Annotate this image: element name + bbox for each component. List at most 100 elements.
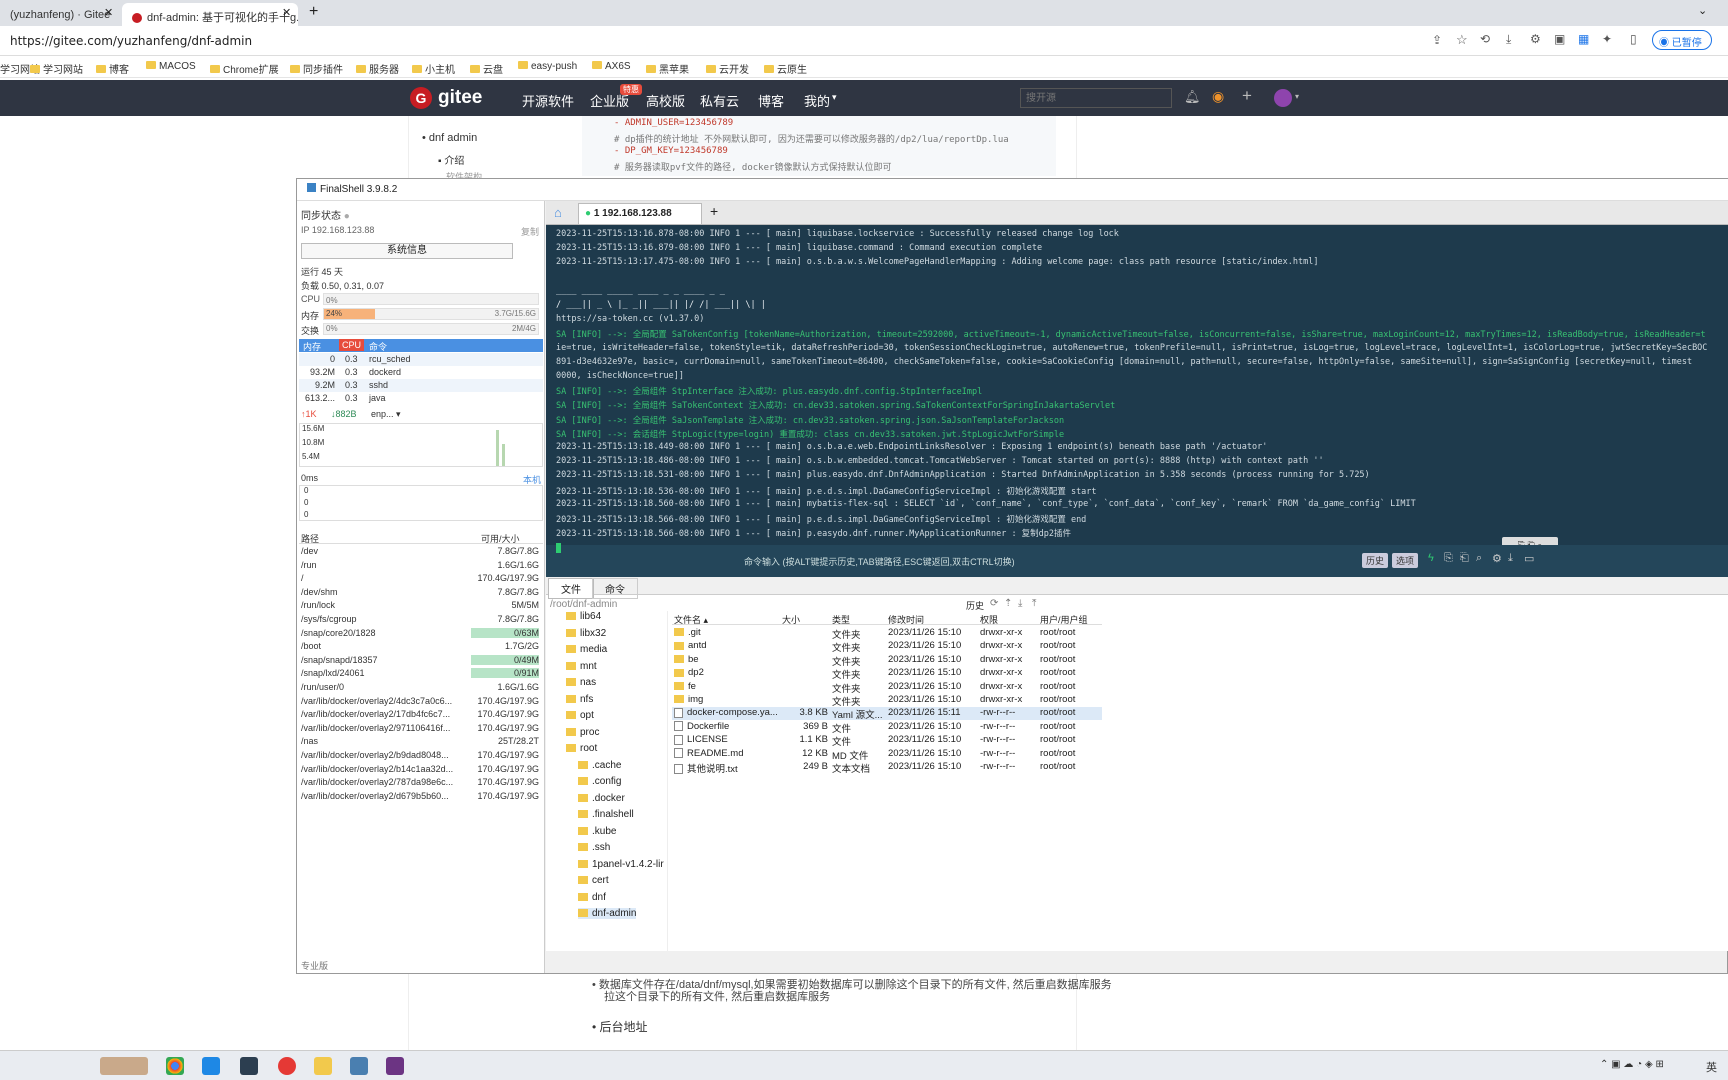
table-row[interactable]: /run 1.6G/1.6G xyxy=(299,559,543,572)
url-input[interactable]: https://gitee.com/yuzhanfeng/dnf-admin xyxy=(10,34,252,48)
column-header[interactable]: 内存 xyxy=(303,340,321,353)
table-row[interactable]: /sys/fs/cgroup 7.8G/7.8G xyxy=(299,613,543,626)
nav-blog[interactable]: 博客 xyxy=(758,91,784,110)
bookmark-item[interactable]: 黑苹果 xyxy=(646,61,689,76)
toc-item[interactable]: • dnf admin xyxy=(422,132,477,144)
column-header[interactable]: 大小 xyxy=(782,613,800,626)
add-session-button[interactable]: + xyxy=(710,203,718,219)
bookmark-item[interactable]: 云原生 xyxy=(764,61,807,76)
sidebar-icon[interactable]: ▯ xyxy=(1630,32,1637,46)
session-tab[interactable]: ● 1 192.168.123.88 xyxy=(578,203,702,224)
bookmark-item[interactable]: easy-push xyxy=(518,61,577,72)
net-interface-select[interactable]: enp... ▾ xyxy=(371,409,401,420)
table-row[interactable]: 其他说明.txt 249 B 文本文档 2023/11/26 15:10 -rw-r--… xyxy=(672,761,1102,775)
tree-item[interactable]: root xyxy=(566,743,597,754)
table-row[interactable]: /snap/lxd/24061 0/91M xyxy=(299,667,543,680)
extension-icon[interactable]: ⟲ xyxy=(1480,32,1490,46)
tree-item[interactable]: dnf xyxy=(578,892,606,903)
bookmark-item[interactable]: 云开发 xyxy=(706,61,749,76)
tree-item[interactable]: .config xyxy=(578,776,621,787)
column-header[interactable]: 文件名 ▴ xyxy=(674,613,708,626)
avatar[interactable] xyxy=(1274,89,1292,107)
close-icon[interactable]: ✕ xyxy=(104,6,113,19)
extension-icon[interactable]: ▣ xyxy=(1554,32,1565,46)
table-row[interactable]: docker-compose.ya... 3.8 KB Yaml 源文... 2023… xyxy=(672,707,1102,721)
bookmark-item[interactable]: 学习网站 xyxy=(30,61,83,76)
table-row[interactable]: /snap/core20/1828 0/63M xyxy=(299,627,543,640)
column-header[interactable]: CPU xyxy=(339,339,365,351)
puzzle-icon[interactable]: ✦ xyxy=(1602,32,1612,46)
nav-mine[interactable]: 我的 xyxy=(804,91,830,110)
column-header[interactable]: 命令 xyxy=(369,340,387,353)
table-row[interactable]: Dockerfile 369 B 文件 2023/11/26 15:10 -rw-r--… xyxy=(672,721,1102,735)
bookmark-item[interactable]: AX6S xyxy=(592,61,631,72)
table-row[interactable]: /boot 1.7G/2G xyxy=(299,640,543,653)
table-row[interactable]: /var/lib/docker/overlay2/971106416f... 17… xyxy=(299,722,543,735)
bookmark-item[interactable]: 云盘 xyxy=(470,61,503,76)
terminal-icon[interactable] xyxy=(240,1057,258,1075)
gitee-logo-icon[interactable]: G xyxy=(410,87,432,109)
app-icon[interactable] xyxy=(202,1057,220,1075)
nav-education[interactable]: 高校版 xyxy=(646,91,685,110)
table-row[interactable]: be 文件夹 2023/11/26 15:10 drwxr-xr-x root/root xyxy=(672,654,1102,668)
table-row[interactable]: /var/lib/docker/overlay2/b9dad8048... 170… xyxy=(299,749,543,762)
profile-button[interactable]: ◉ 已暂停 xyxy=(1652,30,1712,50)
input-method-indicator[interactable]: 英 xyxy=(1706,1059,1717,1075)
table-row[interactable]: / 170.4G/197.9G xyxy=(299,572,543,585)
download-icon[interactable]: ⤓ xyxy=(1506,32,1511,47)
app-icon[interactable] xyxy=(278,1057,296,1075)
tree-item[interactable]: mnt xyxy=(566,661,597,672)
up-icon[interactable]: ⇡ xyxy=(1004,598,1012,609)
table-row[interactable]: 93.2M 0.3 dockerd xyxy=(299,366,543,379)
refresh-icon[interactable]: ⟳ xyxy=(990,598,998,609)
terminal[interactable]: ⌂ ● 1 192.168.123.88 + 2023-11-25T15:13:… xyxy=(546,201,1728,577)
chevron-down-icon[interactable]: ▾ xyxy=(1295,92,1299,101)
table-row[interactable]: /var/lib/docker/overlay2/4dc3c7a0c6... 17… xyxy=(299,695,543,708)
location-icon[interactable]: ◉ xyxy=(1212,88,1224,105)
table-row[interactable]: /var/lib/docker/overlay2/17db4fc6c7... 17… xyxy=(299,708,543,721)
folder-open-icon[interactable]: ⌂ xyxy=(554,205,562,220)
column-header[interactable]: 类型 xyxy=(832,613,850,626)
tree-item[interactable]: .ssh xyxy=(578,842,610,853)
bookmark-item[interactable]: 服务器 xyxy=(356,61,399,76)
tree-item[interactable]: libx32 xyxy=(566,628,606,639)
tab-files[interactable]: 文件 xyxy=(548,578,594,599)
table-row[interactable]: README.md 12 KB MD 文件 2023/11/26 15:10 -rw-r… xyxy=(672,748,1102,762)
history-button[interactable]: 历史 xyxy=(1362,553,1389,568)
toc-item[interactable]: ▪ 介绍 xyxy=(438,152,464,167)
tree-item[interactable]: 1panel-v1.4.2-lir xyxy=(578,859,664,870)
app-icon[interactable] xyxy=(386,1057,404,1075)
table-row[interactable]: img 文件夹 2023/11/26 15:10 drwxr-xr-x root/roo… xyxy=(672,694,1102,708)
copy-icon[interactable]: ⎘ xyxy=(1444,552,1453,565)
tray-icons[interactable]: ⌃ ▣ ☁ ◔ ◈ ⊞ xyxy=(1600,1059,1664,1070)
system-info-button[interactable]: 系统信息 xyxy=(301,243,513,259)
bell-icon[interactable]: 🔔︎ xyxy=(1184,89,1201,105)
paste-icon[interactable]: ⎗ xyxy=(1460,552,1469,565)
plus-icon[interactable]: + xyxy=(1242,86,1252,106)
share-icon[interactable]: ⇪ xyxy=(1432,33,1442,47)
table-row[interactable]: fe 文件夹 2023/11/26 15:10 drwxr-xr-x root/root xyxy=(672,681,1102,695)
new-tab-button[interactable]: + xyxy=(309,3,318,21)
table-row[interactable]: LICENSE 1.1 KB 文件 2023/11/26 15:10 -rw-r--r-… xyxy=(672,734,1102,748)
search-input[interactable] xyxy=(1020,88,1172,108)
bookmark-item[interactable]: Chrome扩展 xyxy=(210,61,279,76)
download-icon[interactable]: ⤓ xyxy=(1018,598,1022,609)
download-icon[interactable]: ⤓ xyxy=(1508,552,1513,565)
column-header[interactable]: 权限 xyxy=(980,613,998,626)
bookmark-item[interactable]: 博客 xyxy=(96,61,129,76)
bookmark-item[interactable]: MACOS xyxy=(146,61,196,72)
table-row[interactable]: .git 文件夹 2023/11/26 15:10 drwxr-xr-x root/ro… xyxy=(672,627,1102,641)
nav-private-cloud[interactable]: 私有云 xyxy=(700,91,739,110)
extension-icon[interactable]: ▦ xyxy=(1578,32,1589,46)
star-icon[interactable]: ☆ xyxy=(1456,32,1468,48)
folder-icon[interactable] xyxy=(314,1057,332,1075)
tree-item[interactable]: media xyxy=(566,644,607,655)
nav-open-source[interactable]: 开源软件 xyxy=(522,91,574,110)
chevron-down-icon[interactable]: ⌄ xyxy=(1698,4,1707,17)
path-input[interactable]: /root/dnf-admin xyxy=(550,599,617,610)
tree-item[interactable]: nfs xyxy=(566,694,593,705)
lightning-icon[interactable]: ϟ xyxy=(1428,552,1434,564)
column-header[interactable]: 路径 xyxy=(301,532,319,545)
table-row[interactable]: dp2 文件夹 2023/11/26 15:10 drwxr-xr-x root/roo… xyxy=(672,667,1102,681)
bookmark-item[interactable]: 同步插件 xyxy=(290,61,343,76)
